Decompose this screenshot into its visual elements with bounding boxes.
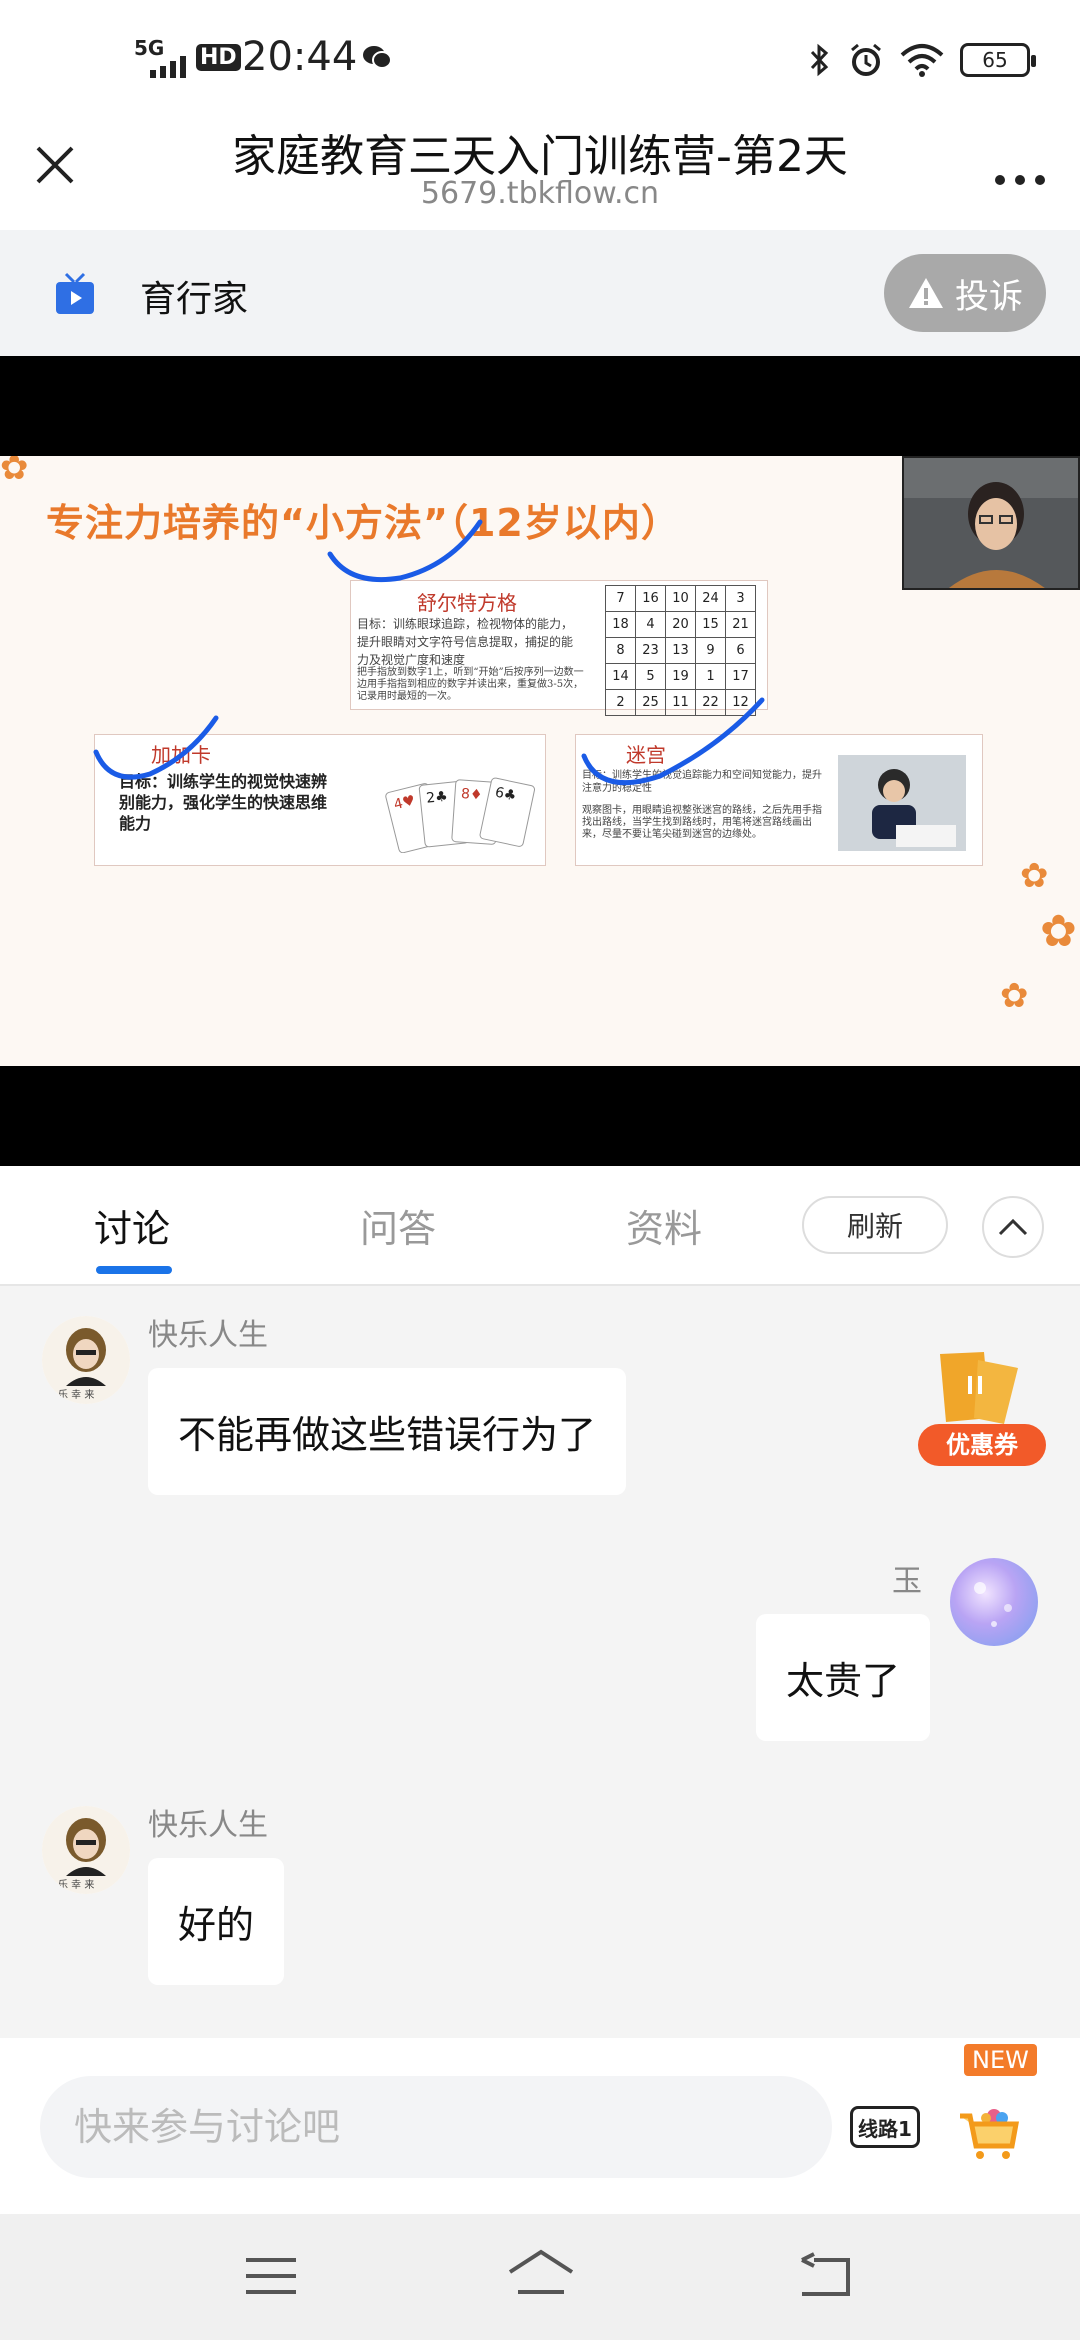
avatar[interactable]: 乐 幸 来: [42, 1316, 130, 1404]
discussion-tabs: 讨论 问答 资料 刷新: [0, 1166, 1080, 1286]
clock: 20:44: [242, 34, 358, 80]
collapse-button[interactable]: [982, 1196, 1044, 1258]
avatar[interactable]: 乐 幸 来: [42, 1806, 130, 1894]
home-icon[interactable]: [506, 2248, 576, 2298]
message-username: 快乐人生: [148, 1318, 268, 1353]
tab-materials[interactable]: 资料: [626, 1198, 702, 1253]
message-bubble: 不能再做这些错误行为了: [148, 1368, 627, 1495]
menu-icon[interactable]: [244, 2256, 298, 2296]
coupon-icon: [940, 1352, 1018, 1424]
warning-icon: [909, 278, 943, 308]
discussion-input[interactable]: 快来参与讨论吧: [40, 2076, 832, 2178]
message-bubble: 太贵了: [756, 1614, 931, 1741]
tab-discussion[interactable]: 讨论: [94, 1198, 170, 1253]
svg-text:乐 幸 来: 乐 幸 来: [58, 1879, 94, 1891]
status-bar: 5G HD 20:44 65: [0, 0, 1080, 120]
battery-indicator: 65: [960, 43, 1036, 77]
channel-bar: 育行家 投诉: [0, 230, 1080, 356]
more-icon[interactable]: [990, 140, 1050, 190]
page-domain: 5679.tbkflow.cn: [420, 176, 660, 211]
message-bubble: 好的: [148, 1858, 285, 1985]
back-icon[interactable]: [796, 2252, 852, 2298]
system-nav-bar: [0, 2214, 1080, 2340]
maple-leaf-decoration: ✿: [1020, 856, 1049, 896]
maple-leaf-decoration: ✿: [1000, 976, 1029, 1016]
status-right: 65: [806, 34, 1036, 86]
channel-name: 育行家: [140, 279, 249, 320]
wifi-icon: [900, 44, 944, 77]
tab-qa[interactable]: 问答: [360, 1198, 436, 1253]
line-switch-button[interactable]: 线路1: [850, 2106, 920, 2148]
video-player[interactable]: ✿ 专注力培养的“小方法”（12岁以内） 舒尔特方格 目标：训练眼球追踪，检视物…: [0, 356, 1080, 1166]
complain-button[interactable]: 投诉: [884, 254, 1046, 332]
chevron-up-icon: [998, 1218, 1028, 1236]
new-badge: NEW: [964, 2044, 1037, 2076]
signal-icon: [150, 56, 186, 78]
input-bar: 快来参与讨论吧 线路1 NEW: [0, 2038, 1080, 2214]
lesson-slide: ✿ 专注力培养的“小方法”（12岁以内） 舒尔特方格 目标：训练眼球追踪，检视物…: [0, 456, 1080, 1066]
refresh-button[interactable]: 刷新: [802, 1196, 948, 1254]
active-tab-indicator: [96, 1266, 172, 1274]
message-username: 快乐人生: [148, 1808, 268, 1843]
maple-leaf-decoration: ✿: [1040, 906, 1077, 957]
wechat-icon: [363, 46, 392, 69]
avatar[interactable]: [950, 1558, 1038, 1646]
shopping-cart-icon[interactable]: [958, 2102, 1020, 2162]
page-title: 家庭教育三天入门训练营-第2天: [232, 131, 848, 182]
complain-label: 投诉: [955, 276, 1023, 317]
coupon-button[interactable]: 优惠券: [918, 1348, 1046, 1470]
svg-text:乐 幸 来: 乐 幸 来: [58, 1389, 94, 1401]
alarm-icon: [851, 43, 881, 76]
teacher-camera: [902, 456, 1080, 590]
tv-icon: [56, 272, 94, 314]
message-username: 玉: [892, 1564, 922, 1599]
bluetooth-icon: [810, 43, 829, 77]
chat-list[interactable]: 乐 幸 来 快乐人生 不能再做这些错误行为了 优惠券 玉 太贵了 乐 幸 来 快…: [0, 1288, 1080, 2038]
hd-badge: HD: [196, 44, 241, 71]
page-header: 家庭教育三天入门训练营-第2天 5679.tbkflow.cn: [0, 120, 1080, 230]
coupon-label: 优惠券: [918, 1424, 1046, 1466]
